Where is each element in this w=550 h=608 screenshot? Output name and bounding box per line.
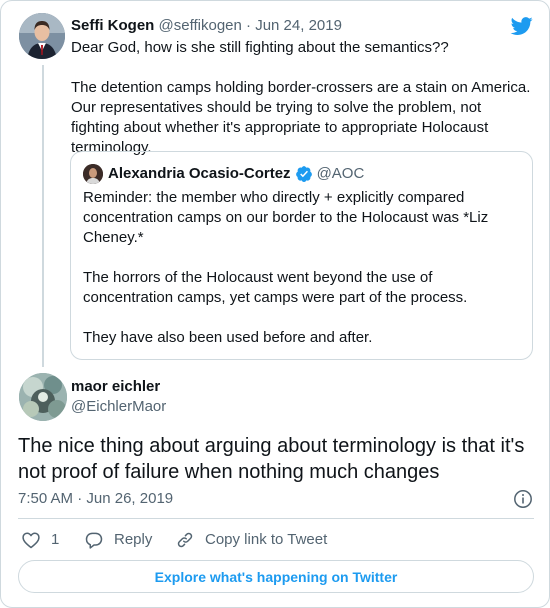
tweet-embed-card: Seffi Kogen @seffikogen · Jun 24, 2019 D… — [0, 0, 550, 608]
avatar[interactable] — [19, 373, 67, 421]
author-name[interactable]: Seffi Kogen — [71, 17, 154, 34]
like-count: 1 — [51, 531, 60, 548]
quoted-tweet-text: Reminder: the member who directly + expl… — [83, 189, 489, 346]
heart-icon — [22, 532, 40, 549]
reply-label: Reply — [114, 531, 153, 548]
author-handle[interactable]: @EichlerMaor — [71, 397, 166, 417]
verified-badge-icon — [295, 166, 312, 183]
reply-bubble-icon — [85, 532, 103, 549]
separator-dot: · — [246, 17, 252, 34]
twitter-bird-icon[interactable] — [510, 15, 534, 37]
author-name[interactable]: maor eichler — [71, 377, 160, 397]
avatar-photo-icon — [19, 13, 65, 59]
thread-connector-line — [42, 65, 44, 367]
tweet-date[interactable]: Jun 26, 2019 — [86, 490, 173, 507]
avatar[interactable] — [19, 13, 65, 59]
explore-label: Explore what's happening on Twitter — [154, 568, 398, 585]
copy-link-button[interactable]: Copy link to Tweet — [175, 530, 327, 550]
tweet-time[interactable]: 7:50 AM — [18, 490, 73, 507]
link-icon — [177, 532, 193, 548]
explore-button[interactable]: Explore what's happening on Twitter — [18, 560, 534, 593]
avatar-photo-icon — [83, 164, 103, 184]
main-tweet-text: The nice thing about arguing about termi… — [18, 435, 525, 483]
reply-button[interactable]: Reply — [84, 530, 152, 550]
copy-link-label: Copy link to Tweet — [205, 531, 328, 548]
avatar-photo-icon — [19, 373, 67, 421]
avatar — [83, 164, 103, 184]
like-button[interactable]: 1 — [21, 530, 59, 550]
author-handle[interactable]: @seffikogen — [159, 17, 242, 34]
parent-tweet-text: Dear God, how is she still fighting abou… — [71, 39, 531, 156]
info-icon[interactable] — [513, 489, 533, 509]
quoted-author-name: Alexandria Ocasio-Cortez — [108, 165, 291, 182]
separator-dot: · — [77, 490, 83, 507]
quoted-author-handle: @AOC — [316, 165, 365, 182]
quoted-tweet-header: Alexandria Ocasio-Cortez @AOC — [108, 164, 364, 184]
divider — [18, 518, 534, 519]
tweet-date[interactable]: Jun 24, 2019 — [255, 17, 342, 34]
tweet-timestamp[interactable]: 7:50 AM · Jun 26, 2019 — [18, 489, 173, 509]
parent-tweet-header: Seffi Kogen @seffikogen · Jun 24, 2019 — [71, 16, 342, 36]
quoted-tweet[interactable]: Alexandria Ocasio-Cortez @AOC Reminder: … — [70, 151, 533, 360]
